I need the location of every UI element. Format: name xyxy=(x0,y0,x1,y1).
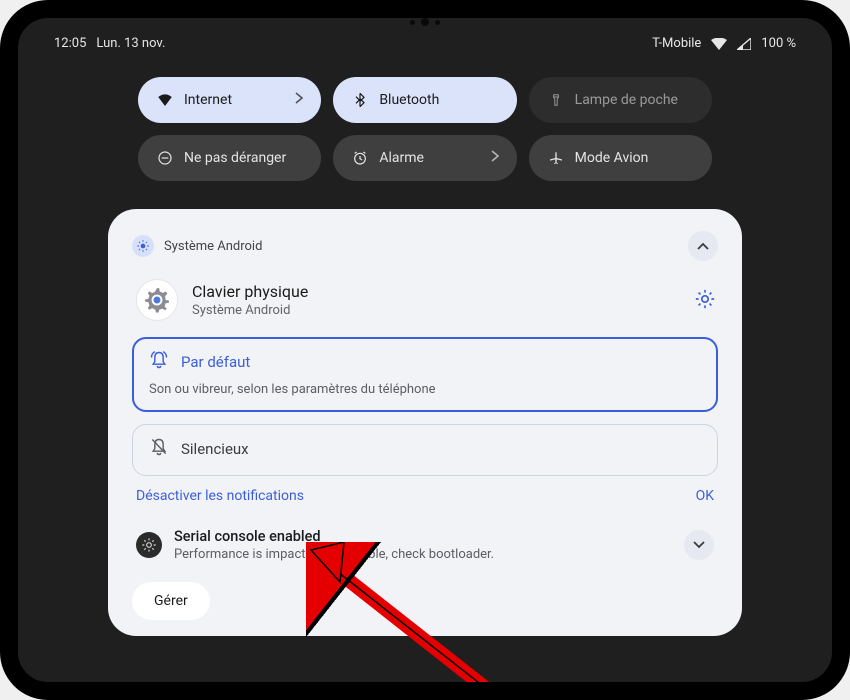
collapse-button[interactable] xyxy=(688,231,718,261)
cellular-icon xyxy=(737,38,751,50)
status-date: Lun. 13 nov. xyxy=(96,36,165,51)
camera-notch xyxy=(365,14,485,30)
qs-tile-label: Mode Avion xyxy=(575,150,649,166)
alarm-icon xyxy=(351,149,369,167)
status-carrier: T-Mobile xyxy=(652,36,701,51)
gear-icon xyxy=(144,287,170,313)
app-icon-system xyxy=(132,235,154,257)
notification-title: Serial console enabled xyxy=(174,528,672,545)
qs-tile-label: Bluetooth xyxy=(379,92,439,108)
gear-icon xyxy=(694,288,716,310)
qs-tile-label: Ne pas déranger xyxy=(184,150,286,166)
notification-shade: Système Android Clavier physique Système… xyxy=(108,209,742,636)
qs-tile-label: Alarme xyxy=(379,150,424,166)
bell-ring-icon xyxy=(149,350,169,374)
chevron-up-icon xyxy=(697,242,709,250)
wifi-icon xyxy=(156,91,174,109)
qs-tile-dnd[interactable]: Ne pas déranger xyxy=(138,135,321,181)
qs-tile-airplane[interactable]: Mode Avion xyxy=(529,135,712,181)
chevron-right-icon xyxy=(491,150,499,166)
disable-notifications-link[interactable]: Désactiver les notifications xyxy=(136,488,304,504)
wifi-icon xyxy=(711,38,727,50)
bell-off-icon xyxy=(149,437,169,461)
option-description: Son ou vibreur, selon les paramètres du … xyxy=(149,382,701,397)
qs-tile-bluetooth[interactable]: Bluetooth xyxy=(333,77,516,123)
notification-subtitle: Performance is impacted. To disable, che… xyxy=(174,547,672,562)
status-battery: 100 % xyxy=(761,36,796,51)
notification-app-name: Système Android xyxy=(164,239,678,254)
option-silent[interactable]: Silencieux xyxy=(132,424,718,476)
option-default[interactable]: Par défaut Son ou vibreur, selon les par… xyxy=(132,337,718,412)
qs-tile-internet[interactable]: Internet xyxy=(138,77,321,123)
notification-subtitle: Système Android xyxy=(192,303,680,318)
chevron-right-icon xyxy=(295,92,303,108)
qs-tile-label: Lampe de poche xyxy=(575,92,678,108)
qs-tile-label: Internet xyxy=(184,92,232,108)
status-time: 12:05 xyxy=(54,36,86,51)
expand-button[interactable] xyxy=(684,530,714,560)
manage-button[interactable]: Gérer xyxy=(132,582,210,620)
notification-title: Clavier physique xyxy=(192,282,680,301)
bluetooth-icon xyxy=(351,91,369,109)
option-label: Silencieux xyxy=(181,440,249,458)
notification-large-icon xyxy=(136,279,178,321)
notification-settings-button[interactable] xyxy=(694,288,718,312)
option-label: Par défaut xyxy=(181,353,250,371)
flashlight-icon xyxy=(547,91,565,109)
chevron-down-icon xyxy=(693,541,705,549)
notification-item-serial-console[interactable]: Serial console enabled Performance is im… xyxy=(132,524,718,578)
qs-tile-torch[interactable]: Lampe de poche xyxy=(529,77,712,123)
gear-icon xyxy=(136,532,162,558)
quick-settings-grid: Internet Bluetooth Lampe de poche Ne pas… xyxy=(18,59,832,209)
ok-button[interactable]: OK xyxy=(696,488,714,504)
airplane-icon xyxy=(547,149,565,167)
dnd-icon xyxy=(156,149,174,167)
qs-tile-alarm[interactable]: Alarme xyxy=(333,135,516,181)
